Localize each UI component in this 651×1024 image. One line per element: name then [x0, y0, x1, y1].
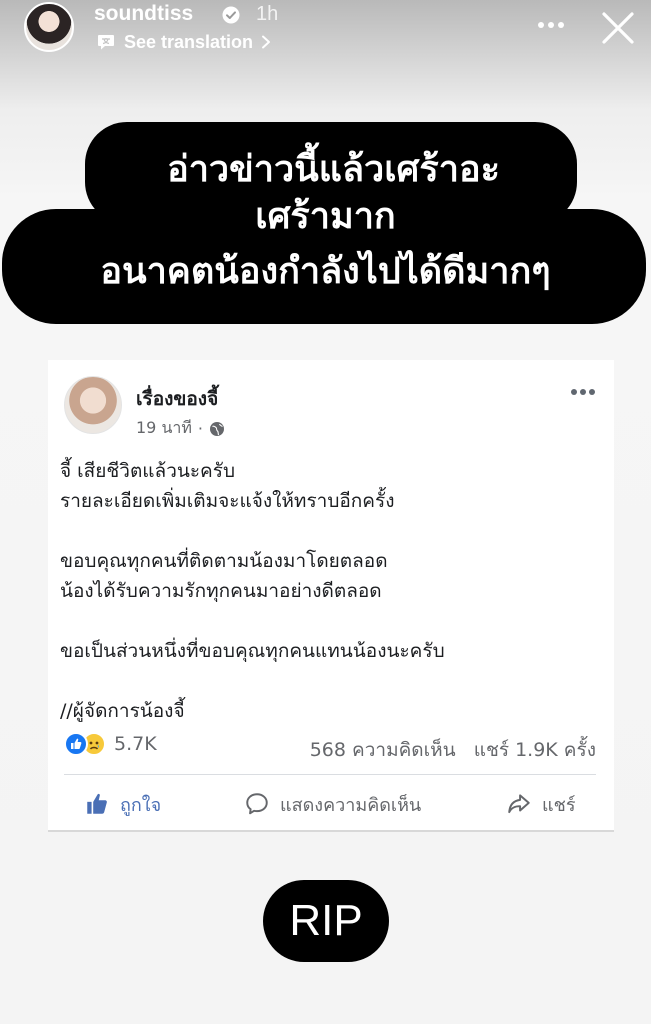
post-line-5: ขอเป็นส่วนหนึ่งที่ขอบคุณทุกคนแทนน้องนะคร…: [60, 640, 445, 662]
post-meta: 19 นาที ·: [136, 416, 225, 441]
story-username[interactable]: soundtiss: [94, 2, 193, 26]
facebook-post-card: เรื่องของจี้ 19 นาที · จี้ เสียชีวิตแล้ว…: [48, 360, 614, 832]
comment-button: แสดงความคิดเห็น: [244, 784, 421, 824]
story-time: 1h: [256, 3, 279, 25]
reactions-count: 5.7K: [114, 733, 157, 755]
see-translation-link[interactable]: See translation: [96, 31, 271, 53]
share-button-label: แชร์: [542, 794, 576, 816]
story-header: soundtiss 1h See translation: [0, 0, 651, 60]
more-icon[interactable]: [536, 20, 566, 30]
comment-icon: [246, 793, 268, 815]
post-stats: 568 ความคิดเห็น แชร์ 1.9K ครั้ง: [310, 735, 596, 765]
like-reaction-icon: [64, 732, 88, 756]
post-line-3: ขอบคุณทุกคนที่ติดตามน้องมาโดยตลอด: [60, 550, 388, 572]
globe-icon: [210, 421, 225, 436]
post-line-2: รายละเอียดเพิ่มเติมจะแจ้งให้ทราบอีกครั้ง: [60, 490, 395, 512]
see-translation-label: See translation: [124, 31, 254, 52]
post-more-icon: [571, 389, 595, 395]
caption-sticker: อ่าวข่าวนี้แล้วเศร้าอะ เศร้ามาก อนาคตน้อ…: [0, 122, 651, 325]
like-button: ถูกใจ: [84, 784, 161, 824]
rip-sticker: RIP: [263, 880, 389, 962]
close-icon[interactable]: [600, 10, 636, 46]
post-meta-separator: ·: [197, 419, 204, 438]
share-button: แชร์: [506, 784, 576, 824]
post-author-avatar: [64, 376, 122, 434]
post-author-name: เรื่องของจี้: [136, 388, 219, 410]
caption-line-3: อนาคตน้องกำลังไปได้ดีมากๆ: [100, 251, 551, 292]
thumbs-up-icon: [87, 793, 107, 814]
post-divider: [64, 774, 596, 775]
reactions-summary: 5.7K: [64, 732, 157, 756]
post-line-6: //ผู้จัดการน้องจี้: [60, 700, 185, 722]
translate-icon: [98, 35, 114, 50]
verified-badge-icon: [222, 6, 240, 24]
post-actions: ถูกใจ แสดงความคิดเห็น แชร์: [48, 784, 614, 824]
shares-count: แชร์ 1.9K ครั้ง: [473, 739, 596, 761]
chevron-right-icon: [262, 35, 271, 49]
share-icon: [508, 794, 530, 814]
comment-button-label: แสดงความคิดเห็น: [280, 794, 422, 816]
like-button-label: ถูกใจ: [120, 794, 162, 816]
story-avatar[interactable]: [24, 2, 74, 52]
comments-count: 568 ความคิดเห็น: [309, 739, 456, 761]
caption-line-1: อ่าวข่าวนี้แล้วเศร้าอะ: [167, 149, 500, 190]
post-line-1: จี้ เสียชีวิตแล้วนะครับ: [60, 460, 236, 482]
post-time: 19 นาที: [136, 418, 192, 437]
post-body: จี้ เสียชีวิตแล้วนะครับ รายละเอียดเพิ่มเ…: [60, 456, 600, 726]
post-line-4: น้องได้รับความรักทุกคนมาอย่างดีตลอด: [60, 580, 382, 602]
caption-line-2: เศร้ามาก: [255, 196, 396, 237]
